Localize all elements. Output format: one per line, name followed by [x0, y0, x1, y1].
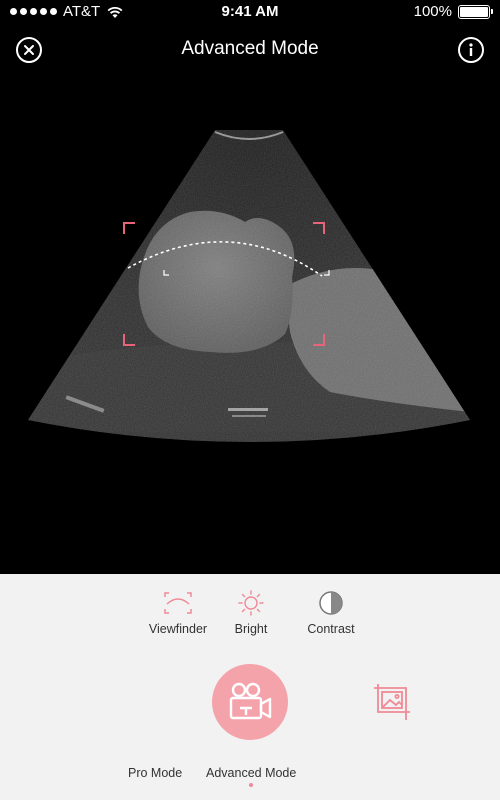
ultrasound-image — [28, 130, 470, 442]
contrast-tool[interactable]: Contrast — [302, 588, 360, 636]
nav-bar: Advanced Mode — [0, 28, 500, 72]
battery-percent: 100% — [413, 3, 452, 20]
battery-icon — [458, 4, 493, 19]
control-panel: Viewfinder Bright Contrast Pro Mode Adva… — [0, 574, 500, 800]
gallery-button[interactable] — [372, 682, 414, 722]
bright-tool[interactable]: Bright — [226, 588, 276, 636]
active-mode-indicator — [249, 783, 253, 787]
pro-mode-tab[interactable]: Pro Mode — [128, 766, 182, 780]
page-title: Advanced Mode — [181, 38, 319, 59]
viewfinder-label: Viewfinder — [148, 622, 208, 636]
contrast-icon — [319, 591, 343, 615]
record-button[interactable] — [212, 664, 288, 740]
info-icon — [469, 43, 473, 56]
viewfinder-tool[interactable]: Viewfinder — [146, 588, 210, 636]
video-camera-icon — [229, 682, 272, 720]
status-bar: AT&T 9:41 AM 100% — [0, 0, 500, 24]
status-right: 100% — [413, 3, 493, 20]
ultrasound-view[interactable] — [0, 72, 500, 574]
sun-icon — [238, 590, 264, 616]
bright-label: Bright — [234, 622, 268, 636]
gallery-icon — [374, 684, 410, 720]
contrast-label: Contrast — [307, 622, 355, 636]
info-button[interactable] — [458, 37, 484, 63]
advanced-mode-tab[interactable]: Advanced Mode — [206, 766, 296, 780]
viewfinder-icon — [164, 592, 192, 614]
